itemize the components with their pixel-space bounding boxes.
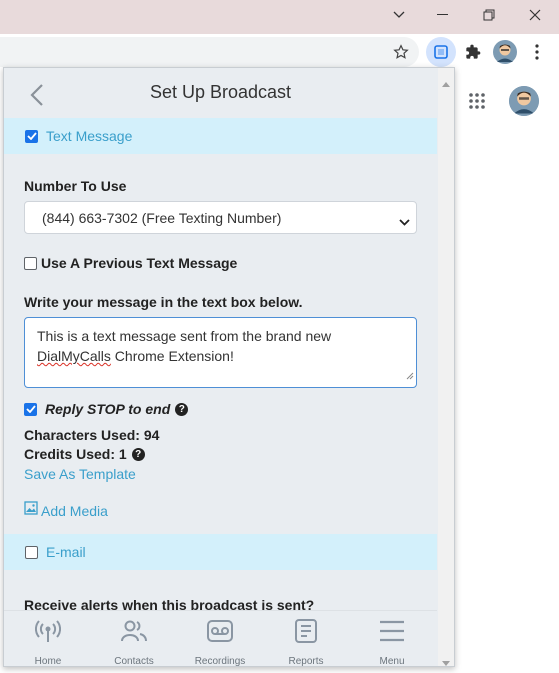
characters-used: Characters Used: 94 <box>24 427 160 443</box>
image-icon <box>24 501 38 520</box>
reply-stop-checkbox[interactable] <box>24 402 37 416</box>
number-to-use-label: Number To Use <box>24 178 127 194</box>
credits-used-row: Credits Used: 1 ? <box>24 446 145 462</box>
broadcast-icon <box>35 617 61 645</box>
message-text-start: This is a text message sent from the bra… <box>37 328 332 344</box>
email-section[interactable]: E-mail <box>4 534 437 570</box>
address-bar[interactable] <box>0 37 419 67</box>
email-checkbox[interactable] <box>25 545 38 559</box>
profile-avatar[interactable] <box>490 37 520 67</box>
use-previous-message-row[interactable]: Use A Previous Text Message <box>24 255 237 271</box>
use-previous-message-label[interactable]: Use A Previous Text Message <box>41 255 237 271</box>
extension-popup: Set Up Broadcast Text Message Number To … <box>3 67 455 667</box>
chrome-menu-kebab-icon[interactable] <box>522 37 552 67</box>
message-text-brand: DialMyCalls <box>37 348 111 364</box>
google-apps-grid-icon[interactable] <box>469 93 485 114</box>
bottom-navigation: Home Contacts Recordings Reports Menu <box>4 610 437 667</box>
reply-stop-label[interactable]: Reply STOP to end <box>45 401 170 417</box>
add-media-label[interactable]: Add Media <box>41 503 108 519</box>
close-window-button[interactable] <box>512 0 558 30</box>
browser-toolbar <box>0 34 559 70</box>
popup-header: Set Up Broadcast <box>4 68 437 118</box>
credits-help-icon[interactable]: ? <box>131 447 145 461</box>
text-message-checkbox[interactable] <box>25 129 38 143</box>
nav-reports-label: Reports <box>288 656 324 667</box>
contacts-icon <box>121 617 147 645</box>
nav-contacts[interactable]: Contacts <box>91 611 177 667</box>
number-select-value: (844) 663-7302 (Free Texting Number) <box>42 210 282 226</box>
nav-recordings[interactable]: Recordings <box>177 611 263 667</box>
minimize-button[interactable] <box>420 0 466 30</box>
extensions-puzzle-icon[interactable] <box>458 37 488 67</box>
text-message-label[interactable]: Text Message <box>46 128 132 144</box>
use-previous-message-checkbox[interactable] <box>24 256 37 270</box>
nav-contacts-label: Contacts <box>114 656 154 667</box>
resize-grip-icon[interactable] <box>406 365 414 385</box>
text-message-section[interactable]: Text Message <box>4 118 437 154</box>
browser-titlebar <box>0 0 559 34</box>
number-select[interactable]: (844) 663-7302 (Free Texting Number) <box>24 201 417 234</box>
nav-menu-label: Menu <box>379 656 405 667</box>
restore-button[interactable] <box>466 0 512 30</box>
reply-stop-row[interactable]: Reply STOP to end ? <box>24 401 189 417</box>
add-media-link[interactable]: Add Media <box>24 501 108 520</box>
chevron-down-icon <box>399 213 410 229</box>
hamburger-icon <box>379 617 405 645</box>
credits-used: Credits Used: 1 <box>24 446 127 462</box>
email-label[interactable]: E-mail <box>46 544 86 560</box>
tab-search-chevron-icon[interactable] <box>376 0 422 30</box>
page-title: Set Up Broadcast <box>149 82 292 102</box>
bookmark-star-icon[interactable] <box>386 37 416 67</box>
scroll-down-arrow-icon[interactable] <box>442 653 450 666</box>
reply-stop-help-icon[interactable]: ? <box>175 402 189 416</box>
message-instruction-label: Write your message in the text box below… <box>24 294 303 310</box>
page-account-avatar[interactable] <box>509 86 539 116</box>
nav-reports[interactable]: Reports <box>263 611 349 667</box>
popup-scrollbar[interactable] <box>438 68 454 666</box>
dialmycalls-extension-icon[interactable] <box>426 37 456 67</box>
nav-home-label: Home <box>34 656 62 667</box>
nav-menu[interactable]: Menu <box>349 611 435 667</box>
scroll-up-arrow-icon[interactable] <box>442 74 450 92</box>
message-textarea[interactable]: This is a text message sent from the bra… <box>24 317 417 388</box>
save-as-template-link[interactable]: Save As Template <box>24 466 136 482</box>
voicemail-icon <box>207 617 233 645</box>
nav-home[interactable]: Home <box>5 611 91 667</box>
nav-recordings-label: Recordings <box>194 656 246 667</box>
message-text-end: Chrome Extension! <box>110 348 234 364</box>
reports-icon <box>295 617 317 645</box>
